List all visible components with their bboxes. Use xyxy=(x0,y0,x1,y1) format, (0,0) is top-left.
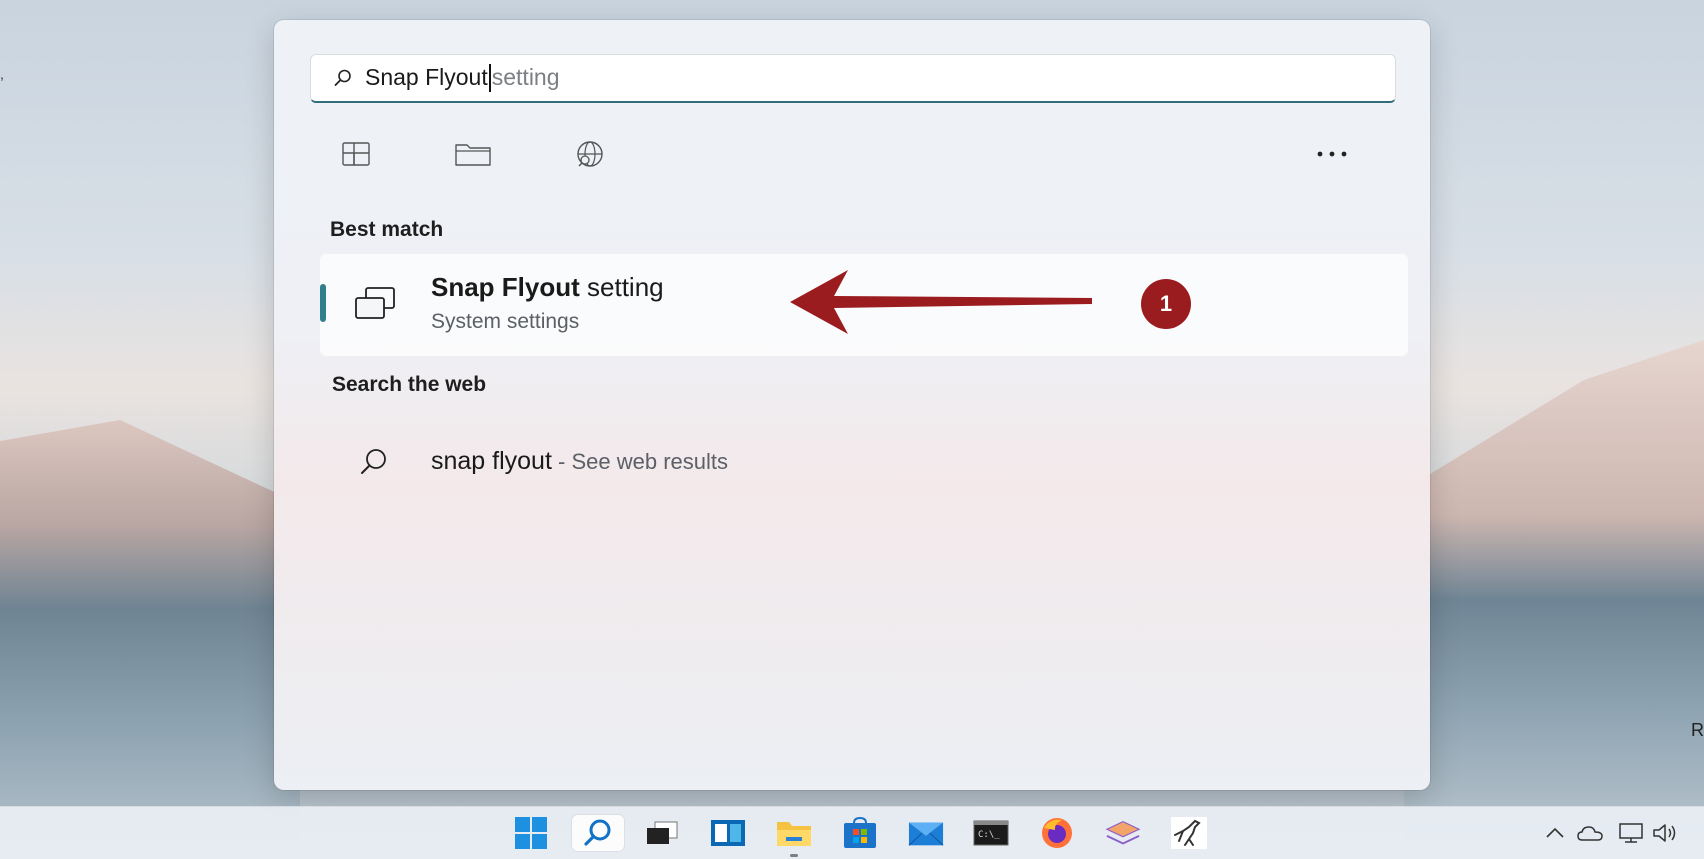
layers-app-icon xyxy=(1105,821,1141,845)
taskbar-file-explorer-button[interactable] xyxy=(776,815,812,857)
taskbar: C:\_ xyxy=(0,806,1704,859)
desktop-edge-text-right: R xyxy=(1691,720,1704,740)
windows-logo-icon xyxy=(515,817,547,849)
text-caret xyxy=(488,64,491,93)
terminal-icon: C:\_ xyxy=(973,820,1009,846)
taskbar-task-view-button[interactable] xyxy=(644,815,680,851)
search-typed-text: Snap Flyout xyxy=(365,63,488,90)
desktop-edge-text-left: , xyxy=(0,66,4,82)
taskbar-terminal-button[interactable]: C:\_ xyxy=(973,815,1009,851)
network-icon xyxy=(1619,823,1643,843)
taskbar-layers-app-button[interactable] xyxy=(1105,815,1141,851)
more-horizontal-icon xyxy=(1317,151,1347,157)
search-icon xyxy=(334,69,351,86)
search-filter-row xyxy=(310,132,1394,176)
folder-icon xyxy=(455,144,491,166)
taskbar-firefox-button[interactable] xyxy=(1039,815,1075,851)
mail-icon xyxy=(908,822,944,846)
search-icon xyxy=(361,449,386,474)
search-box[interactable]: Snap Flyout setting xyxy=(310,54,1396,103)
best-match-subtitle: System settings xyxy=(431,310,580,333)
search-input[interactable]: Snap Flyout setting xyxy=(365,64,560,93)
firefox-icon xyxy=(1042,818,1072,848)
snap-windows-icon xyxy=(355,287,395,319)
search-web-heading: Search the web xyxy=(332,373,487,396)
globe-search-icon xyxy=(577,141,603,167)
web-search-query: snap flyout - See web results xyxy=(431,447,728,476)
chevron-up-icon xyxy=(1546,827,1564,838)
search-icon xyxy=(584,819,611,846)
filter-apps-button[interactable] xyxy=(330,132,382,176)
web-results-suffix: - See web results xyxy=(551,449,728,474)
best-match-title: Snap Flyout setting xyxy=(431,272,664,303)
selection-indicator xyxy=(320,284,326,322)
tray-onedrive-button[interactable] xyxy=(1577,821,1603,845)
onedrive-cloud-icon xyxy=(1577,826,1603,841)
apps-grid-icon xyxy=(342,142,370,166)
svg-text:C:\_: C:\_ xyxy=(978,830,1000,840)
taskbar-search-button[interactable] xyxy=(572,815,624,851)
filter-web-button[interactable] xyxy=(564,132,616,176)
desktop-hill-right xyxy=(1404,340,1704,840)
search-autocomplete: setting xyxy=(491,63,560,90)
microsoft-store-icon xyxy=(844,817,876,848)
taskbar-start-button[interactable] xyxy=(513,815,549,851)
running-indicator xyxy=(790,854,798,857)
folder-icon xyxy=(777,822,811,846)
dinosaur-app-icon xyxy=(1171,817,1207,849)
taskbar-widgets-button[interactable] xyxy=(710,815,746,851)
web-search-result[interactable]: snap flyout - See web results xyxy=(320,430,1408,494)
best-match-heading: Best match xyxy=(330,218,444,241)
annotation-badge: 1 xyxy=(1141,279,1191,329)
taskbar-mail-button[interactable] xyxy=(908,815,944,851)
filter-documents-button[interactable] xyxy=(447,132,499,176)
desktop-hill-left xyxy=(0,420,300,840)
widgets-icon xyxy=(711,820,745,846)
search-panel: Snap Flyout setting Best match Snap Flyo… xyxy=(274,20,1430,790)
tray-show-hidden-button[interactable] xyxy=(1542,821,1568,845)
annotation-arrow-icon xyxy=(790,270,1092,334)
taskbar-store-button[interactable] xyxy=(842,815,878,851)
taskbar-dinosaur-app-button[interactable] xyxy=(1171,815,1207,851)
best-match-title-rest: setting xyxy=(579,272,664,302)
tray-network-button[interactable] xyxy=(1618,821,1644,845)
volume-icon xyxy=(1653,824,1676,842)
more-options-button[interactable] xyxy=(1306,132,1358,176)
task-view-icon xyxy=(647,821,678,844)
tray-volume-button[interactable] xyxy=(1652,821,1678,845)
web-query-text: snap flyout xyxy=(431,447,552,475)
best-match-title-bold: Snap Flyout xyxy=(431,272,580,302)
